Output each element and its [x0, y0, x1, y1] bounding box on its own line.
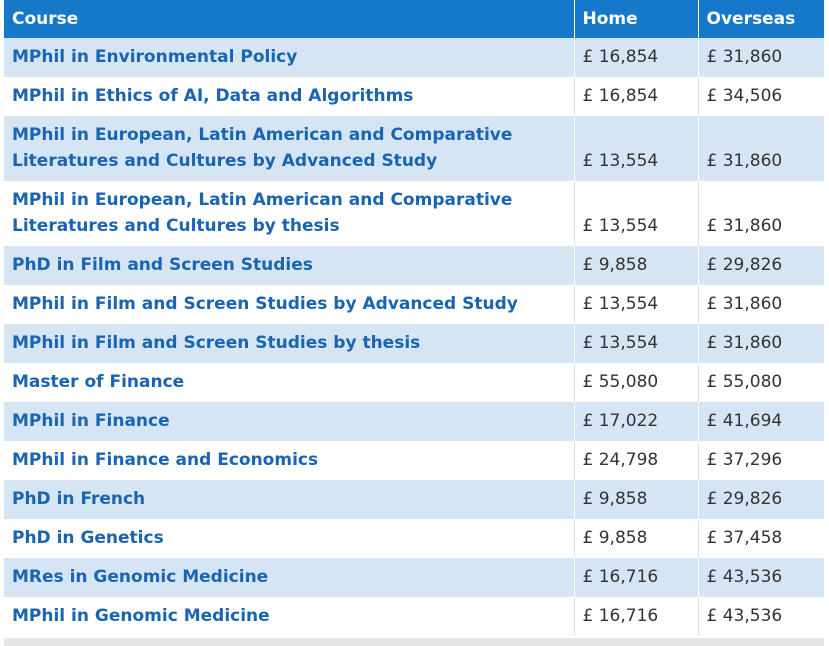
course-cell: MPhil in Film and Screen Studies by thes…: [4, 324, 575, 363]
home-fee-cell: £ 9,858: [574, 519, 699, 558]
overseas-fee-cell: £ 31,860: [698, 181, 824, 246]
table-row: MPhil in Finance £ 17,022 £ 41,694: [4, 402, 824, 441]
table-row: MPhil in European, Latin American and Co…: [4, 181, 824, 246]
course-link[interactable]: PhD in French: [12, 489, 145, 509]
home-fee-cell: £ 13,554: [574, 324, 699, 363]
home-fee-cell: £ 13,554: [574, 181, 699, 246]
overseas-fee-cell: £ 31,860: [698, 38, 824, 77]
overseas-fee-cell: £ 55,080: [698, 363, 824, 402]
column-header-home: Home: [574, 0, 699, 38]
overseas-fee-cell: £ 43,536: [698, 597, 824, 636]
overseas-fee-cell: £ 29,826: [698, 480, 824, 519]
table-row: MPhil in Finance and Economics £ 24,798 …: [4, 441, 824, 480]
table-row: PhD in Genetics £ 9,858 £ 37,458: [4, 519, 824, 558]
course-cell: MPhil in European, Latin American and Co…: [4, 181, 575, 246]
home-fee-cell: £ 16,854: [574, 77, 699, 116]
home-fee-cell: £ 9,858: [574, 246, 699, 285]
course-cell: MPhil in Genomic Medicine: [4, 597, 575, 636]
overseas-fee-cell: £ 31,860: [698, 324, 824, 363]
home-fee-cell: £ 13,554: [574, 285, 699, 324]
course-cell: PhD in Film and Screen Studies: [4, 246, 575, 285]
course-link[interactable]: MPhil in Film and Screen Studies by Adva…: [12, 294, 518, 314]
column-header-course: Course: [4, 0, 575, 38]
course-link[interactable]: MPhil in Finance: [12, 411, 170, 431]
course-link[interactable]: MPhil in Environmental Policy: [12, 47, 297, 67]
course-link[interactable]: MPhil in European, Latin American and Co…: [12, 125, 512, 171]
fees-table: Course Home Overseas MPhil in Environmen…: [4, 0, 824, 636]
course-cell: MPhil in Film and Screen Studies by Adva…: [4, 285, 575, 324]
course-cell: PhD in Genetics: [4, 519, 575, 558]
table-header-row: Course Home Overseas: [4, 0, 824, 38]
overseas-fee-cell: £ 31,860: [698, 116, 824, 181]
course-link[interactable]: MPhil in European, Latin American and Co…: [12, 190, 512, 236]
overseas-fee-cell: £ 41,694: [698, 402, 824, 441]
course-link[interactable]: MPhil in Finance and Economics: [12, 450, 318, 470]
home-fee-cell: £ 16,716: [574, 597, 699, 636]
table-row: MPhil in Genomic Medicine £ 16,716 £ 43,…: [4, 597, 824, 636]
course-cell: MPhil in European, Latin American and Co…: [4, 116, 575, 181]
course-link[interactable]: MPhil in Genomic Medicine: [12, 606, 270, 626]
table-row: MPhil in European, Latin American and Co…: [4, 116, 824, 181]
table-row: Master of Finance £ 55,080 £ 55,080: [4, 363, 824, 402]
table-row: MPhil in Ethics of AI, Data and Algorith…: [4, 77, 824, 116]
table-row: MRes in Genomic Medicine £ 16,716 £ 43,5…: [4, 558, 824, 597]
course-cell: MPhil in Ethics of AI, Data and Algorith…: [4, 77, 575, 116]
home-fee-cell: £ 24,798: [574, 441, 699, 480]
home-fee-cell: £ 9,858: [574, 480, 699, 519]
overseas-fee-cell: £ 37,458: [698, 519, 824, 558]
course-cell: PhD in French: [4, 480, 575, 519]
course-cell: MPhil in Environmental Policy: [4, 38, 575, 77]
course-link[interactable]: PhD in Film and Screen Studies: [12, 255, 313, 275]
course-link[interactable]: MRes in Genomic Medicine: [12, 567, 268, 587]
overseas-fee-cell: £ 31,860: [698, 285, 824, 324]
home-fee-cell: £ 16,716: [574, 558, 699, 597]
course-link[interactable]: MPhil in Ethics of AI, Data and Algorith…: [12, 86, 413, 106]
table-row: MPhil in Environmental Policy £ 16,854 £…: [4, 38, 824, 77]
table-row: MPhil in Film and Screen Studies by thes…: [4, 324, 824, 363]
home-fee-cell: £ 13,554: [574, 116, 699, 181]
home-fee-cell: £ 17,022: [574, 402, 699, 441]
course-cell: Master of Finance: [4, 363, 575, 402]
course-link[interactable]: MPhil in Film and Screen Studies by thes…: [12, 333, 420, 353]
overseas-fee-cell: £ 37,296: [698, 441, 824, 480]
overseas-fee-cell: £ 43,536: [698, 558, 824, 597]
table-row: PhD in French £ 9,858 £ 29,826: [4, 480, 824, 519]
overseas-fee-cell: £ 29,826: [698, 246, 824, 285]
course-cell: MPhil in Finance and Economics: [4, 441, 575, 480]
course-link[interactable]: PhD in Genetics: [12, 528, 164, 548]
table-bottom-divider: [4, 638, 824, 646]
table-row: PhD in Film and Screen Studies £ 9,858 £…: [4, 246, 824, 285]
column-header-overseas: Overseas: [698, 0, 824, 38]
course-link[interactable]: Master of Finance: [12, 372, 184, 392]
course-cell: MRes in Genomic Medicine: [4, 558, 575, 597]
overseas-fee-cell: £ 34,506: [698, 77, 824, 116]
table-row: MPhil in Film and Screen Studies by Adva…: [4, 285, 824, 324]
course-cell: MPhil in Finance: [4, 402, 575, 441]
home-fee-cell: £ 16,854: [574, 38, 699, 77]
home-fee-cell: £ 55,080: [574, 363, 699, 402]
